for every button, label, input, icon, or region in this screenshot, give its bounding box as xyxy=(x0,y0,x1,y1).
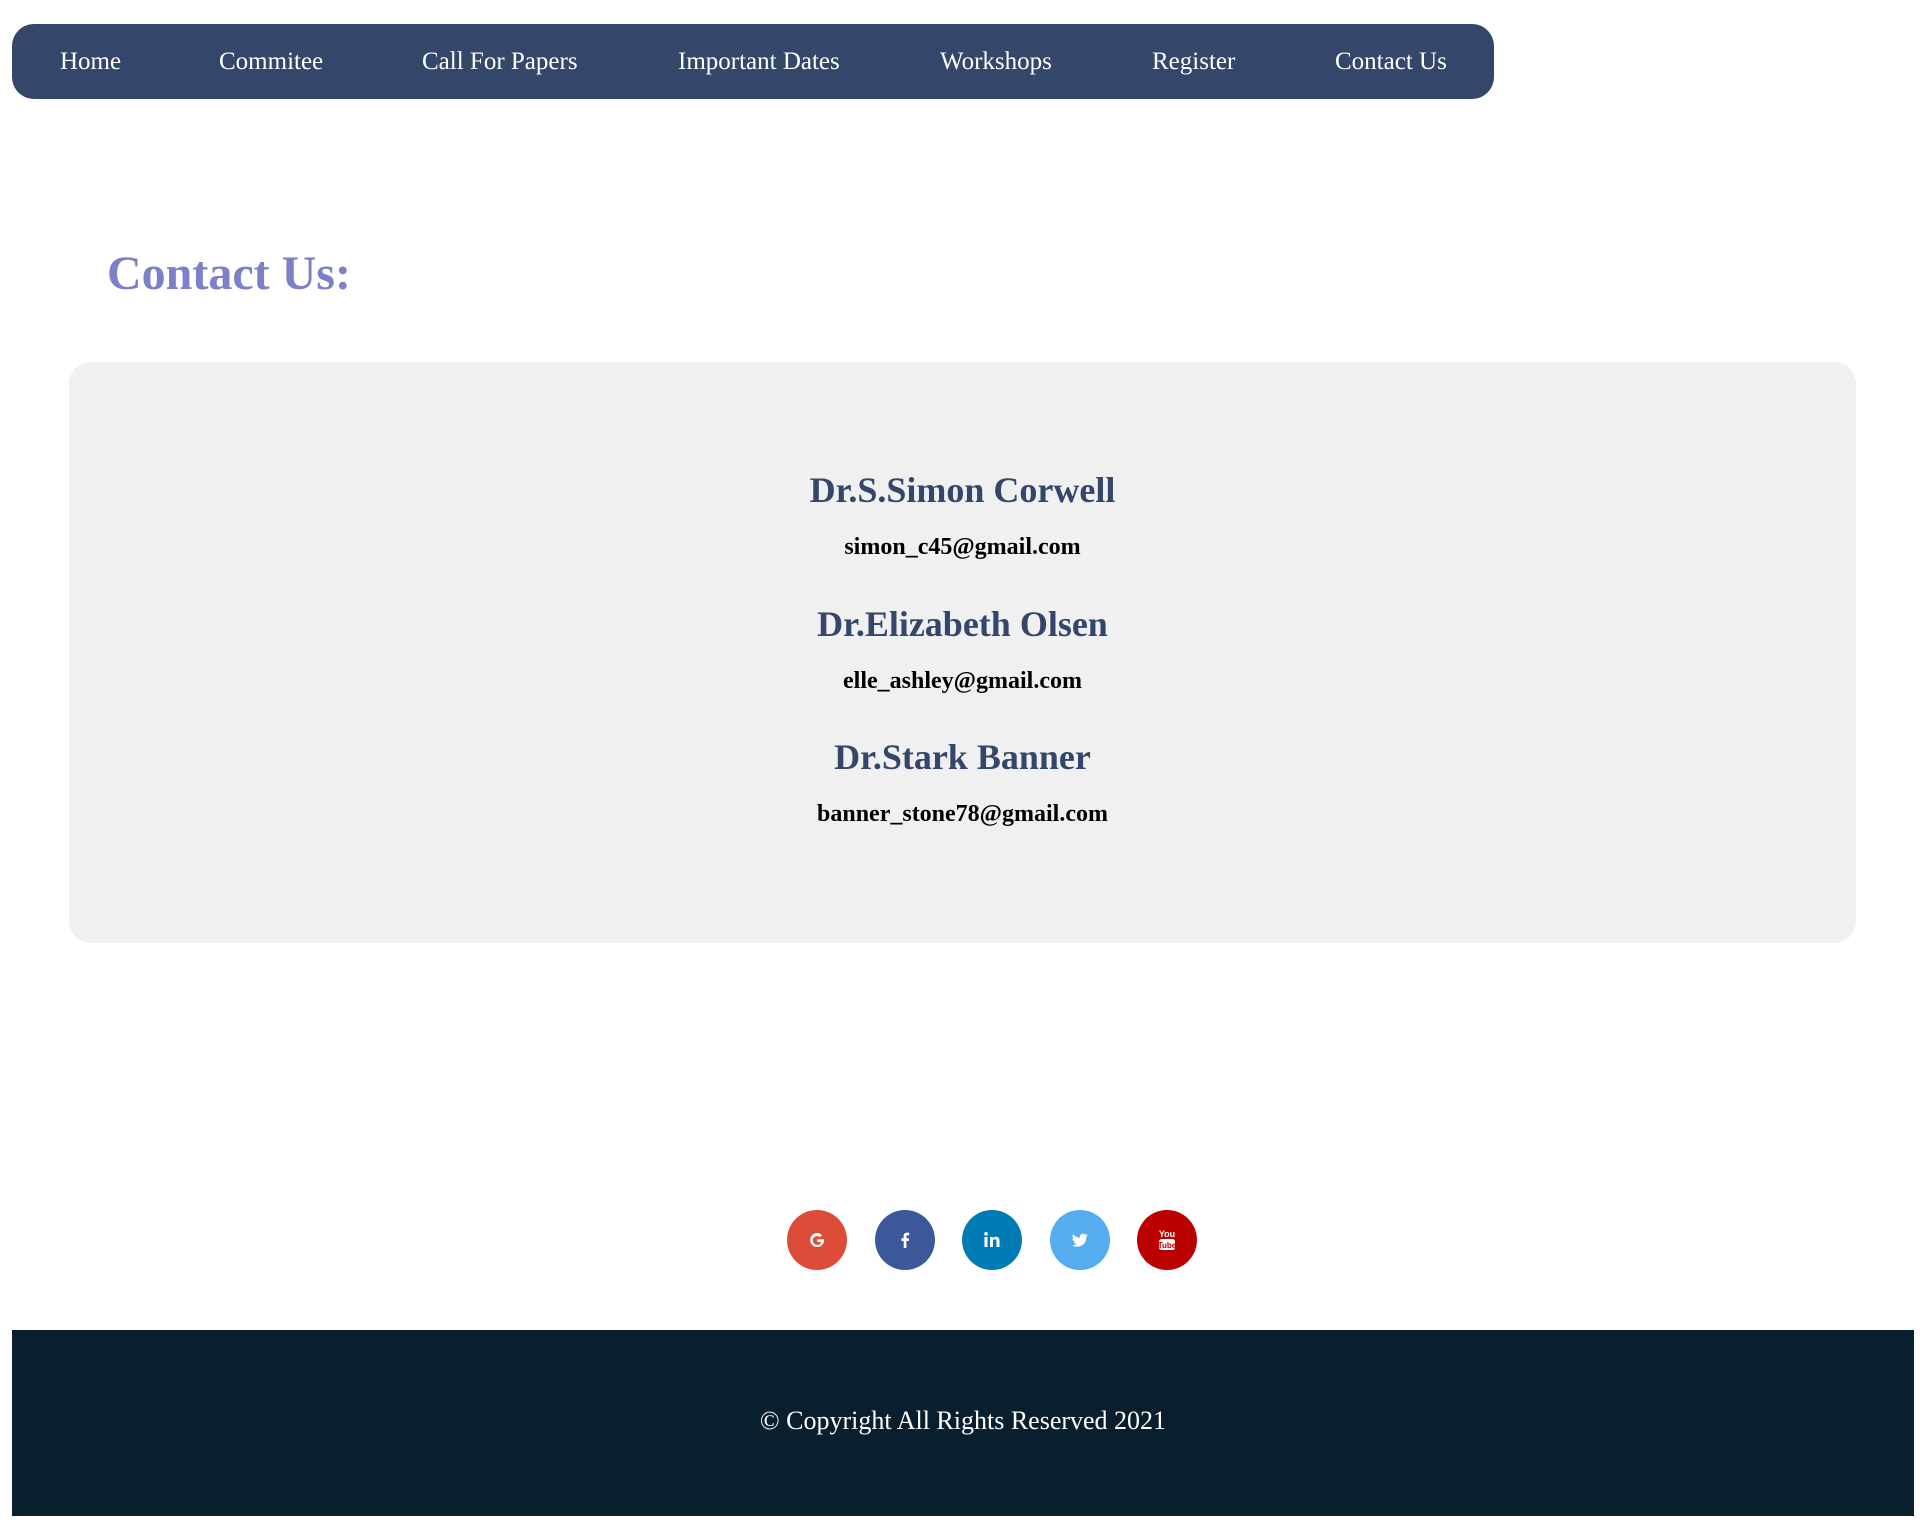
facebook-link[interactable] xyxy=(875,1210,935,1270)
twitter-icon xyxy=(1072,1233,1088,1247)
footer: © Copyright All Rights Reserved 2021 xyxy=(12,1330,1914,1516)
nav-home[interactable]: Home xyxy=(60,24,121,99)
page-title: Contact Us: xyxy=(107,247,351,300)
contact-card: Dr.S.Simon Corwell simon_c45@gmail.com D… xyxy=(69,362,1856,943)
svg-text:You: You xyxy=(1159,1229,1175,1239)
nav-contact-us[interactable]: Contact Us xyxy=(1335,24,1447,99)
nav-important-dates[interactable]: Important Dates xyxy=(678,24,840,99)
youtube-link[interactable]: You Tube xyxy=(1137,1210,1197,1270)
facebook-icon xyxy=(901,1232,910,1248)
contact-email: banner_stone78@gmail.com xyxy=(817,801,1108,827)
contact-email: simon_c45@gmail.com xyxy=(844,534,1081,560)
svg-text:Tube: Tube xyxy=(1158,1241,1177,1250)
twitter-link[interactable] xyxy=(1050,1210,1110,1270)
nav-commitee[interactable]: Commitee xyxy=(219,24,323,99)
nav-call-for-papers[interactable]: Call For Papers xyxy=(422,24,578,99)
linkedin-icon xyxy=(984,1232,1000,1247)
youtube-icon: You Tube xyxy=(1158,1229,1177,1250)
contact-entry: Dr.Elizabeth Olsen elle_ashley@gmail.com xyxy=(69,602,1856,696)
contact-name: Dr.S.Simon Corwell xyxy=(809,470,1116,510)
contact-entry: Dr.Stark Banner banner_stone78@gmail.com xyxy=(69,735,1856,829)
contact-email: elle_ashley@gmail.com xyxy=(843,668,1082,694)
nav-workshops[interactable]: Workshops xyxy=(940,24,1052,99)
contact-name: Dr.Elizabeth Olsen xyxy=(817,604,1108,644)
google-link[interactable] xyxy=(787,1210,847,1270)
copyright-text: © Copyright All Rights Reserved 2021 xyxy=(759,1406,1167,1435)
nav-register[interactable]: Register xyxy=(1152,24,1235,99)
contact-name: Dr.Stark Banner xyxy=(834,737,1091,777)
social-links: You Tube xyxy=(787,1210,1199,1270)
linkedin-link[interactable] xyxy=(962,1210,1022,1270)
google-icon xyxy=(810,1233,825,1247)
top-navbar: Home Commitee Call For Papers Important … xyxy=(12,24,1494,99)
contact-entry: Dr.S.Simon Corwell simon_c45@gmail.com xyxy=(69,468,1856,562)
